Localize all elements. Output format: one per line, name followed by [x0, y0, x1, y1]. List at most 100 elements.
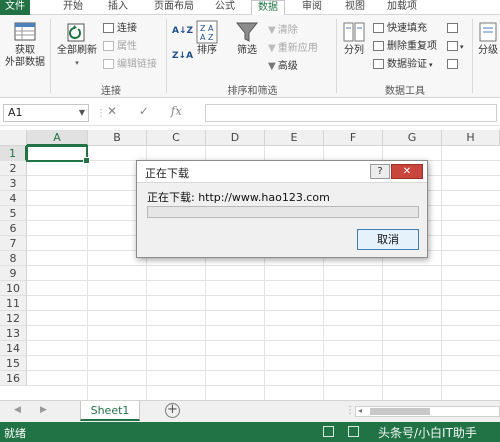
data-validation-icon — [373, 59, 384, 69]
tab-page-layout[interactable]: 页面布局 — [145, 0, 203, 15]
gridline — [441, 146, 442, 400]
active-cell-a1[interactable] — [26, 145, 90, 164]
refresh-all-label: 全部刷新 — [57, 45, 97, 56]
download-message: 正在下载: http://www.hao123.com — [147, 191, 330, 204]
formula-input[interactable] — [205, 104, 497, 122]
flash-fill-button[interactable]: 快速填充 — [373, 22, 427, 36]
row-header-10[interactable]: 10 — [0, 281, 27, 296]
refresh-icon — [67, 23, 85, 42]
status-text: 就绪 — [4, 427, 26, 440]
advanced-filter-button[interactable]: ▼ 高级 — [268, 60, 298, 74]
row-header-9[interactable]: 9 — [0, 266, 27, 281]
tab-home[interactable]: 开始 — [56, 0, 90, 15]
consolidate-icon — [447, 23, 458, 33]
row-header-12[interactable]: 12 — [0, 311, 27, 326]
row-header-8[interactable]: 8 — [0, 251, 27, 266]
status-bar: 就绪 头条号/小白IT助手 — [0, 422, 500, 442]
outline-button[interactable]: 分级 — [476, 19, 500, 57]
column-header-d[interactable]: D — [206, 130, 265, 146]
relationships-button[interactable] — [447, 58, 458, 72]
reapply-button[interactable]: ▼ 重新应用 — [268, 42, 318, 56]
scroll-left-icon[interactable]: ◀ — [14, 405, 21, 415]
row-header-3[interactable]: 3 — [0, 176, 27, 191]
sort-descending-button[interactable]: Z↓A — [172, 49, 193, 63]
edit-links-button[interactable]: 编辑链接 — [103, 58, 157, 72]
clear-filter-button[interactable]: ▼ 清除 — [268, 24, 298, 38]
consolidate-button[interactable] — [447, 22, 458, 36]
svg-text:Z A: Z A — [200, 24, 214, 33]
name-box[interactable]: A1 ▼ — [3, 104, 89, 122]
scroll-right-icon[interactable]: ▶ — [40, 405, 47, 415]
connections-button[interactable]: 连接 — [103, 22, 137, 36]
tab-review[interactable]: 审阅 — [295, 0, 329, 15]
download-dialog: 正在下载 ? ✕ 正在下载: http://www.hao123.com 取消 — [136, 160, 428, 258]
column-header-c[interactable]: C — [147, 130, 206, 146]
advanced-filter-icon: ▼ — [268, 61, 276, 72]
gridline — [27, 280, 500, 281]
outline-icon — [479, 22, 497, 42]
chevron-down-icon: ▾ — [429, 61, 433, 69]
column-header-a[interactable]: A — [27, 130, 88, 146]
sort-ascending-button[interactable]: A↓Z — [172, 24, 193, 38]
advanced-label: 高级 — [277, 61, 298, 72]
horizontal-scrollbar[interactable]: ◂ — [355, 406, 500, 417]
row-header-6[interactable]: 6 — [0, 221, 27, 236]
edit-links-icon — [103, 59, 114, 69]
what-if-button[interactable]: ▾ — [447, 40, 464, 54]
text-to-columns-button[interactable]: 分列 — [340, 19, 368, 57]
help-button[interactable]: ? — [370, 164, 390, 179]
properties-button[interactable]: 属性 — [103, 40, 137, 54]
sort-button[interactable]: Z A A Z 排序 — [194, 19, 220, 57]
row-header-15[interactable]: 15 — [0, 356, 27, 371]
tab-add-ins[interactable]: 加载项 — [380, 0, 424, 15]
row-header-1[interactable]: 1 — [0, 146, 27, 161]
chevron-down-icon[interactable]: ▼ — [79, 105, 85, 121]
tab-splitter-icon[interactable]: ⋮ — [345, 405, 355, 416]
normal-view-icon[interactable] — [323, 426, 334, 437]
insert-function-icon[interactable]: fx — [171, 104, 182, 118]
filter-label: 筛选 — [237, 45, 257, 56]
scrollbar-thumb[interactable] — [370, 408, 430, 415]
database-icon — [14, 22, 36, 41]
row-header-14[interactable]: 14 — [0, 341, 27, 356]
remove-duplicates-label: 删除重复项 — [387, 41, 437, 52]
column-header-b[interactable]: B — [88, 130, 147, 146]
tab-formulas[interactable]: 公式 — [208, 0, 242, 15]
column-header-f[interactable]: F — [324, 130, 383, 146]
data-validation-button[interactable]: 数据验证 ▾ — [373, 58, 433, 72]
tab-view[interactable]: 视图 — [338, 0, 372, 15]
cancel-button[interactable]: 取消 — [357, 229, 419, 250]
gridline — [27, 310, 500, 311]
clear-label: 清除 — [277, 25, 298, 36]
refresh-all-button[interactable]: 全部刷新 ▾ — [54, 19, 100, 69]
column-header-h[interactable]: H — [442, 130, 500, 146]
scroll-left-icon[interactable]: ◂ — [358, 406, 362, 415]
row-header-13[interactable]: 13 — [0, 326, 27, 341]
gridline — [27, 340, 500, 341]
get-external-data-button[interactable]: 获取 外部数据 — [2, 19, 48, 69]
row-header-4[interactable]: 4 — [0, 191, 27, 206]
row-header-11[interactable]: 11 — [0, 296, 27, 311]
tab-insert[interactable]: 插入 — [101, 0, 135, 15]
confirm-entry-icon[interactable]: ✓ — [139, 104, 149, 118]
add-sheet-icon[interactable]: + — [165, 403, 180, 418]
dialog-title-bar[interactable]: 正在下载 ? ✕ — [137, 161, 427, 183]
sheet-tab-sheet1[interactable]: Sheet1 — [80, 401, 140, 421]
close-button[interactable]: ✕ — [391, 164, 423, 179]
filter-button[interactable]: 筛选 — [232, 19, 262, 57]
row-header-2[interactable]: 2 — [0, 161, 27, 176]
svg-text:A Z: A Z — [200, 33, 214, 42]
page-layout-view-icon[interactable] — [348, 426, 359, 437]
tab-file[interactable]: 文件 — [0, 0, 30, 15]
row-header-5[interactable]: 5 — [0, 206, 27, 221]
cancel-entry-icon[interactable]: ✕ — [107, 104, 117, 118]
column-header-e[interactable]: E — [265, 130, 324, 146]
reapply-icon: ▼ — [268, 43, 276, 54]
tab-data[interactable]: 数据 — [251, 0, 285, 16]
row-header-16[interactable]: 16 — [0, 371, 27, 386]
what-if-icon — [447, 41, 458, 51]
row-header-7[interactable]: 7 — [0, 236, 27, 251]
remove-duplicates-button[interactable]: 删除重复项 — [373, 40, 437, 54]
select-all-button[interactable] — [0, 130, 27, 146]
column-header-g[interactable]: G — [383, 130, 442, 146]
